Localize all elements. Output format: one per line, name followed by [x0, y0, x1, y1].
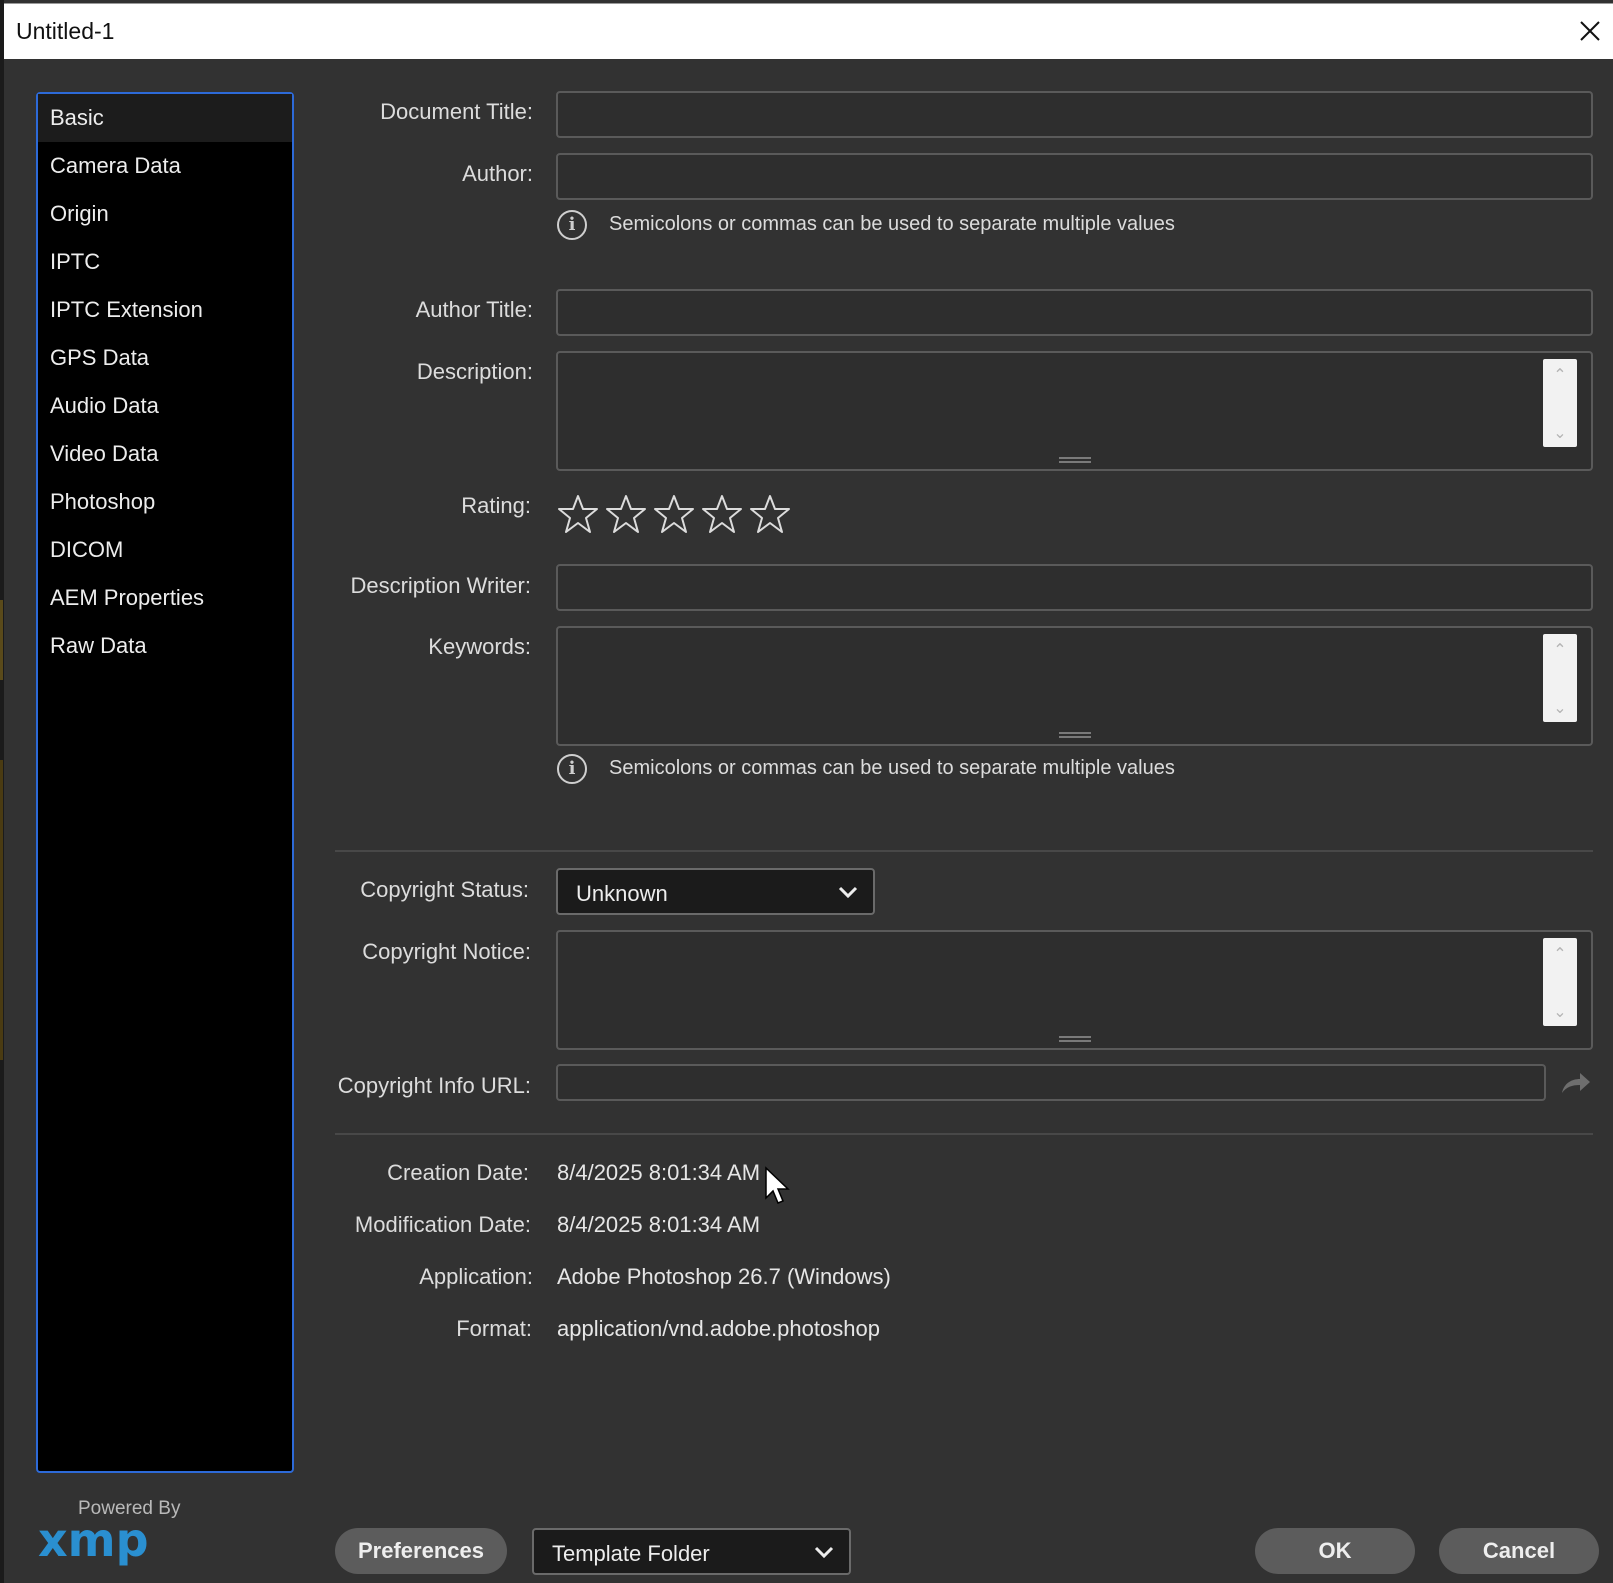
description-field[interactable]: ⌃ ⌄ [556, 351, 1593, 471]
document-title-field[interactable] [556, 91, 1593, 138]
chevron-down-icon [814, 1546, 834, 1559]
copyright-notice-label: Copyright Notice: [362, 939, 531, 964]
preferences-button[interactable]: Preferences [335, 1528, 507, 1574]
format-value: application/vnd.adobe.photoshop [557, 1316, 880, 1341]
sidebar-item-video-data[interactable]: Video Data [38, 430, 292, 478]
template-folder-value: Template Folder [552, 1541, 710, 1566]
modification-date-label: Modification Date: [354, 1212, 531, 1237]
author-label: Author: [462, 161, 533, 186]
author-title-field[interactable] [556, 289, 1593, 336]
sidebar-item-origin[interactable]: Origin [38, 190, 292, 238]
scroll-up-icon[interactable]: ⌃ [1543, 365, 1577, 385]
copyright-status-label: Copyright Status: [360, 877, 529, 902]
author-title-label: Author Title: [415, 297, 533, 322]
sidebar-item-dicom[interactable]: DICOM [38, 526, 292, 574]
info-icon: i [557, 754, 587, 784]
description-label: Description: [416, 359, 533, 384]
author-hint: i Semicolons or commas can be used to se… [557, 210, 1257, 243]
powered-by-text: Powered By [78, 1498, 181, 1519]
sidebar-item-audio-data[interactable]: Audio Data [38, 382, 292, 430]
close-icon[interactable] [1575, 16, 1605, 46]
template-folder-select[interactable]: Template Folder [532, 1528, 851, 1575]
title-bar: Untitled-1 [4, 3, 1613, 59]
resize-grip-icon[interactable] [1058, 457, 1091, 463]
copyright-notice-field[interactable]: ⌃ ⌄ [556, 930, 1593, 1050]
chevron-down-icon [838, 886, 858, 899]
section-divider [335, 850, 1593, 852]
scroll-up-icon[interactable]: ⌃ [1543, 944, 1577, 964]
keywords-scrollbar[interactable]: ⌃ ⌄ [1543, 634, 1577, 722]
rating-label: Rating: [461, 493, 531, 518]
application-value: Adobe Photoshop 26.7 (Windows) [557, 1264, 891, 1289]
info-icon: i [557, 210, 587, 240]
copyright-info-url-label: Copyright Info URL: [337, 1073, 531, 1098]
xmp-logo: xmp [38, 1518, 149, 1566]
star-outline-icon[interactable] [700, 492, 748, 540]
rating-stars [556, 492, 796, 540]
description-scrollbar[interactable]: ⌃ ⌄ [1543, 359, 1577, 447]
scroll-down-icon[interactable]: ⌄ [1543, 698, 1577, 718]
star-outline-icon[interactable] [556, 492, 604, 540]
svg-text:xmp: xmp [38, 1518, 149, 1566]
ok-button[interactable]: OK [1255, 1528, 1415, 1574]
copyright-info-url-field[interactable] [556, 1064, 1546, 1101]
keywords-hint: i Semicolons or commas can be used to se… [557, 754, 1257, 787]
copyright-status-select[interactable]: Unknown [556, 868, 875, 915]
description-writer-label: Description Writer: [350, 573, 531, 598]
modification-date-value: 8/4/2025 8:01:34 AM [557, 1212, 761, 1237]
document-title-label: Document Title: [380, 99, 533, 124]
cancel-button[interactable]: Cancel [1439, 1528, 1599, 1574]
scroll-up-icon[interactable]: ⌃ [1543, 640, 1577, 660]
creation-date-value: 8/4/2025 8:01:34 AM [557, 1160, 761, 1185]
creation-date-label: Creation Date: [387, 1160, 529, 1185]
resize-grip-icon[interactable] [1058, 1036, 1091, 1042]
star-outline-icon[interactable] [652, 492, 700, 540]
sidebar-item-iptc[interactable]: IPTC [38, 238, 292, 286]
description-writer-field[interactable] [556, 564, 1593, 611]
author-field[interactable] [556, 153, 1593, 200]
share-arrow-icon[interactable] [1558, 1069, 1592, 1097]
scroll-down-icon[interactable]: ⌄ [1543, 1002, 1577, 1022]
star-outline-icon[interactable] [748, 492, 796, 540]
format-label: Format: [456, 1316, 532, 1341]
copyright-notice-scrollbar[interactable]: ⌃ ⌄ [1543, 938, 1577, 1026]
star-outline-icon[interactable] [604, 492, 652, 540]
window-edge [0, 0, 4, 1583]
keywords-label: Keywords: [428, 634, 531, 659]
window-title: Untitled-1 [16, 18, 115, 44]
section-divider [335, 1133, 1593, 1135]
scroll-down-icon[interactable]: ⌄ [1543, 423, 1577, 443]
mouse-pointer-icon [765, 1166, 790, 1204]
application-label: Application: [419, 1264, 533, 1289]
copyright-status-value: Unknown [576, 881, 668, 906]
keywords-field[interactable]: ⌃ ⌄ [556, 626, 1593, 746]
resize-grip-icon[interactable] [1058, 732, 1091, 738]
